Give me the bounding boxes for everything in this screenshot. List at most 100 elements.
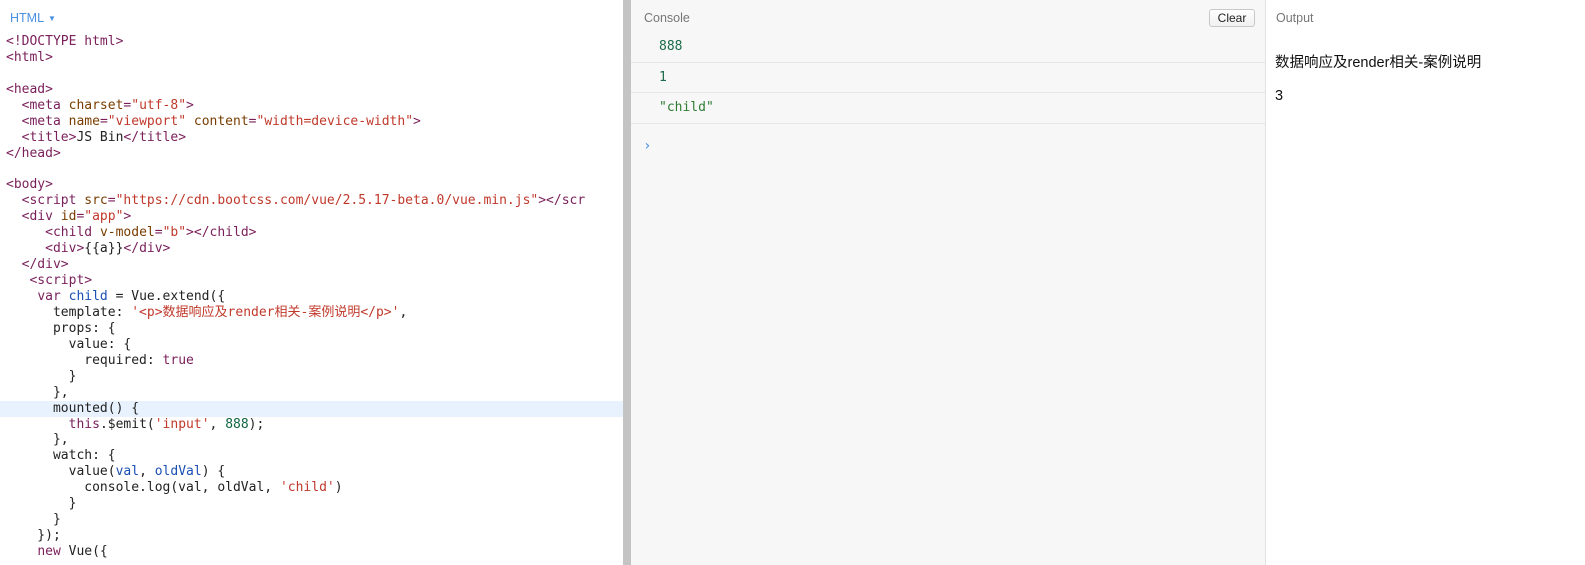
code-token: value( (6, 464, 116, 480)
code-token: charset (68, 97, 124, 113)
output-value: 3 (1275, 88, 1284, 104)
code-token: = Vue.extend({ (107, 289, 226, 304)
code-line: }, (0, 432, 623, 448)
code-token: <meta (21, 113, 69, 129)
code-line: <head> (0, 82, 623, 98)
code-token: "viewport" (107, 113, 187, 129)
code-token: value: { (6, 336, 132, 352)
code-token: }, (6, 384, 69, 400)
chevron-down-icon: ▼ (48, 13, 56, 23)
code-token: <head> (6, 81, 53, 97)
code-token: id (60, 209, 77, 225)
code-token: new (37, 544, 61, 559)
code-token: = (248, 113, 257, 129)
console-log: 888 1 "child" (631, 32, 1265, 124)
code-line: props: { (0, 321, 623, 337)
code-token: "width=device-width" (256, 113, 414, 129)
code-line: <!DOCTYPE html> (0, 34, 623, 50)
code-token: > (186, 97, 194, 113)
code-line: value: { (0, 337, 623, 353)
console-entry: "child" (631, 93, 1265, 124)
code-line: } (0, 512, 623, 528)
output-panel: Output 数据响应及render相关-案例说明 3 (1266, 0, 1585, 565)
code-token: "https://cdn.bootcss.com/vue/2.5.17-beta… (115, 193, 539, 209)
code-token: JS Bin (76, 129, 124, 145)
code-line: } (0, 369, 623, 385)
code-token: ) { (201, 464, 226, 480)
code-token: name (68, 113, 100, 129)
code-token: , (399, 304, 408, 320)
code-token: 'child' (279, 480, 335, 496)
code-token: watch: { (6, 448, 116, 464)
code-line: </div> (0, 257, 623, 273)
code-token: <child (45, 225, 100, 241)
code-token: var (37, 289, 69, 304)
code-token: <html> (6, 49, 53, 65)
html-editor-panel: HTML ▼ <!DOCTYPE html> <html> <head> <met… (0, 0, 623, 565)
code-line: <body> (0, 177, 623, 193)
console-panel: Console Clear 888 1 "child" › (631, 0, 1265, 565)
code-token: <script> (29, 273, 93, 289)
code-token: } (6, 368, 77, 384)
code-line: } (0, 496, 623, 512)
code-line: <title>JS Bin</title> (0, 130, 623, 146)
code-token: } (6, 496, 77, 512)
code-line: <html> (0, 50, 623, 66)
code-line: mounted() { (0, 400, 623, 417)
code-token: } (6, 512, 61, 528)
code-token: > (123, 209, 132, 225)
code-token: </title> (123, 129, 187, 145)
code-token: ></scr (538, 193, 586, 209)
language-dropdown[interactable]: HTML ▼ (10, 10, 56, 26)
code-token: <div> (45, 241, 85, 257)
code-token: </div> (21, 257, 69, 273)
code-line: watch: { (0, 448, 623, 464)
code-token: = (99, 113, 108, 129)
code-line: value(val, oldVal) { (0, 464, 623, 480)
code-token: = (107, 193, 116, 209)
panel-splitter[interactable] (623, 0, 631, 565)
code-token: "b" (162, 225, 187, 241)
code-line: <script> (0, 273, 623, 289)
output-paragraph: 数据响应及render相关-案例说明 (1275, 55, 1482, 71)
clear-button[interactable]: Clear (1209, 9, 1255, 27)
code-token: console.log(val, oldVal, (6, 480, 280, 496)
code-token: src (84, 193, 108, 209)
code-line: <child v-model="b"></child> (0, 225, 623, 241)
code-token: child (68, 289, 108, 304)
code-editor[interactable]: <!DOCTYPE html> <html> <head> <meta chars… (0, 34, 623, 560)
code-token: content (193, 113, 249, 129)
chevron-right-icon[interactable]: › (643, 138, 651, 154)
code-token: oldVal (154, 464, 202, 480)
code-token: 888 (225, 416, 249, 432)
code-line: this.$emit('input', 888); (0, 417, 623, 433)
code-token: .$emit( (99, 416, 155, 432)
code-token: ) (334, 480, 343, 496)
code-token: 'input' (154, 416, 210, 432)
code-token: , (139, 464, 155, 480)
code-token: template: (6, 304, 132, 320)
console-entry: 1 (631, 63, 1265, 93)
code-line: template: '<p>数据响应及render相关-案例说明</p>', (0, 305, 623, 321)
code-token: = (154, 225, 163, 241)
code-token: ); (248, 416, 265, 432)
code-line: }, (0, 385, 623, 401)
code-line: }); (0, 528, 623, 544)
code-line: required: true (0, 353, 623, 369)
code-token: <body> (6, 177, 53, 193)
code-line: <div>{{a}}</div> (0, 241, 623, 257)
code-token: true (162, 352, 194, 368)
code-token: '<p>数据响应及render相关-案例说明</p>' (131, 304, 400, 320)
console-title: Console (644, 11, 690, 25)
code-token: val (115, 464, 140, 480)
